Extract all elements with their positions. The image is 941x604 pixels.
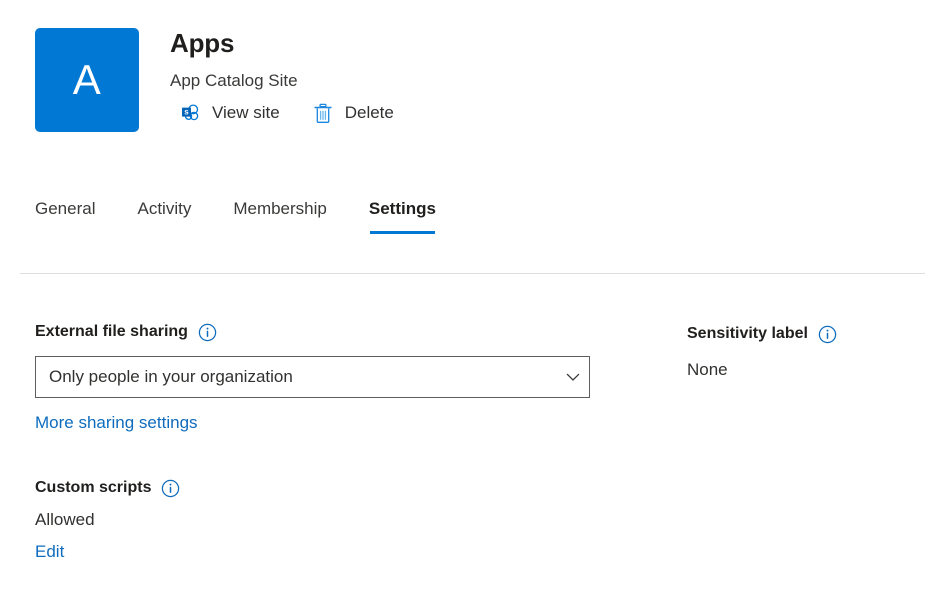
more-sharing-settings-link[interactable]: More sharing settings <box>35 413 198 433</box>
custom-scripts-edit-link[interactable]: Edit <box>35 542 64 562</box>
tab-activity[interactable]: Activity <box>137 198 191 234</box>
settings-left-column: External file sharing Only people in you… <box>35 322 615 562</box>
site-subtitle: App Catalog Site <box>170 71 394 91</box>
custom-scripts-value: Allowed <box>35 510 615 530</box>
settings-right-column: Sensitivity label None <box>687 324 927 380</box>
header-divider <box>20 273 925 274</box>
site-avatar-letter: A <box>73 59 102 101</box>
site-header-text: Apps App Catalog Site s View site <box>170 28 394 124</box>
external-file-sharing-label: External file sharing <box>35 322 188 342</box>
command-bar: s View site <box>179 102 394 124</box>
info-icon[interactable] <box>161 479 180 498</box>
chevron-down-icon <box>557 369 589 385</box>
external-file-sharing-label-row: External file sharing <box>35 322 615 342</box>
sensitivity-label-label-row: Sensitivity label <box>687 324 927 344</box>
tab-membership[interactable]: Membership <box>233 198 327 234</box>
sensitivity-label-group: Sensitivity label None <box>687 324 927 380</box>
custom-scripts-group: Custom scripts Allowed Edit <box>35 478 615 562</box>
info-icon[interactable] <box>198 323 217 342</box>
info-icon[interactable] <box>818 325 837 344</box>
sensitivity-label-value: None <box>687 360 927 380</box>
external-file-sharing-group: External file sharing Only people in you… <box>35 322 615 433</box>
delete-label: Delete <box>345 103 394 123</box>
site-avatar-tile: A <box>35 28 139 132</box>
svg-text:s: s <box>184 108 189 117</box>
tab-settings[interactable]: Settings <box>369 198 436 234</box>
site-settings-page: A Apps App Catalog Site s <box>0 0 941 604</box>
view-site-button[interactable]: s View site <box>179 102 280 124</box>
tab-general[interactable]: General <box>35 198 95 234</box>
external-file-sharing-selected-value: Only people in your organization <box>36 367 557 387</box>
trash-icon <box>312 102 334 124</box>
site-header: A Apps App Catalog Site s <box>35 28 394 132</box>
delete-button[interactable]: Delete <box>312 102 394 124</box>
custom-scripts-label: Custom scripts <box>35 478 151 498</box>
sharepoint-icon: s <box>179 102 201 124</box>
custom-scripts-label-row: Custom scripts <box>35 478 615 498</box>
page-title: Apps <box>170 28 394 58</box>
view-site-label: View site <box>212 103 280 123</box>
tab-bar: General Activity Membership Settings <box>35 198 436 234</box>
external-file-sharing-dropdown[interactable]: Only people in your organization <box>35 356 590 398</box>
sensitivity-label-label: Sensitivity label <box>687 324 808 344</box>
